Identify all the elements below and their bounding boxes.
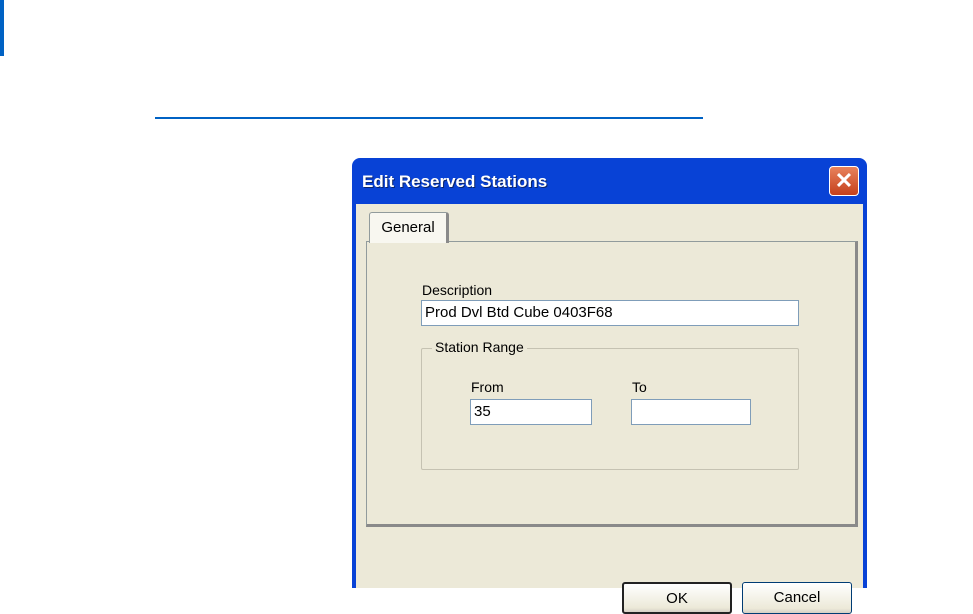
close-icon[interactable]: ✕ [829, 166, 859, 196]
from-input[interactable]: 35 [470, 399, 592, 425]
accent-line [155, 117, 703, 119]
to-input[interactable] [631, 399, 751, 425]
dialog-client: General Description Prod Dvl Btd Cube 04… [356, 204, 863, 614]
from-label: From [471, 379, 504, 395]
station-range-group: Station Range From 35 To [421, 339, 799, 470]
description-label: Description [422, 282, 493, 298]
general-panel: Description Prod Dvl Btd Cube 0403F68 St… [366, 241, 858, 527]
to-label: To [632, 379, 647, 395]
description-input[interactable]: Prod Dvl Btd Cube 0403F68 [421, 300, 799, 326]
tab-general[interactable]: General [369, 212, 449, 243]
accent-bar [0, 0, 4, 56]
cancel-button[interactable]: Cancel [742, 582, 852, 614]
ok-button[interactable]: OK [622, 582, 732, 614]
dialog-title: Edit Reserved Stations [362, 172, 548, 191]
station-range-label: Station Range [432, 339, 527, 355]
edit-reserved-stations-dialog: Edit Reserved Stations ✕ General Descrip… [352, 158, 867, 614]
